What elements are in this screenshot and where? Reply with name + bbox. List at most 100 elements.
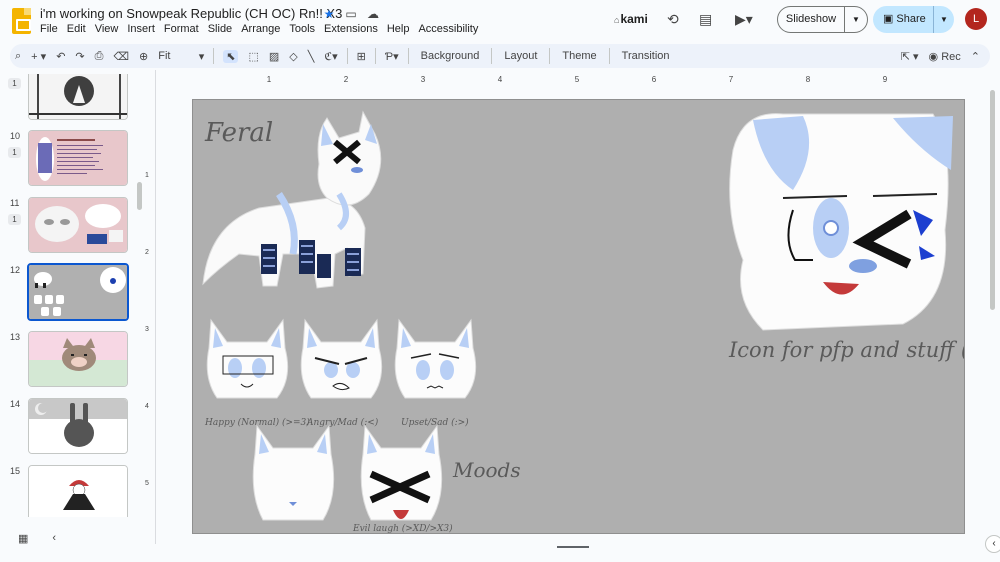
- mood-face-happy[interactable]: [203, 318, 291, 410]
- mood-caption-evil-laugh[interactable]: Evil laugh (>XD/>X3): [353, 524, 453, 533]
- menu-tools[interactable]: Tools: [289, 23, 315, 35]
- background-button[interactable]: Background: [421, 50, 480, 62]
- cloud-status-icon[interactable]: ☁: [366, 7, 380, 21]
- theme-button[interactable]: Theme: [562, 50, 596, 62]
- image-icon[interactable]: ▨: [269, 50, 279, 63]
- slide-thumbnail[interactable]: [28, 398, 128, 454]
- slide-number: 11: [10, 198, 20, 208]
- new-slide-icon[interactable]: + ▾: [31, 50, 46, 63]
- print-icon[interactable]: ⎙: [95, 50, 104, 63]
- divider: [407, 48, 409, 64]
- collapse-toolbar-icon[interactable]: ⌃: [971, 50, 980, 63]
- star-icon[interactable]: ★: [322, 7, 336, 21]
- slideshow-button[interactable]: Slideshow ▼: [777, 6, 868, 33]
- sona-icon-drawing[interactable]: [723, 110, 958, 335]
- slide-thumbnail[interactable]: [28, 331, 128, 387]
- toolbar: ⌕ + ▾ ↶ ↷ ⎙ ⌫ ⊕ Fit ▾ ⬉ ⬚ ▨ ◇ ╲ ℭ▾ ⊞ Ƥ▾ B…: [10, 44, 990, 68]
- pointer-mode-icon[interactable]: ⇱ ▾: [901, 50, 919, 63]
- canvas-scrollbar[interactable]: [990, 90, 996, 530]
- slide-canvas[interactable]: Feral Icon for pfp and stuff Happy (Norm…: [192, 99, 965, 534]
- thumbnail-art: [29, 131, 127, 185]
- thumbnail-art: [29, 265, 127, 319]
- ruler-label: 5: [574, 75, 580, 84]
- zoom-value: Fit: [158, 50, 171, 62]
- slide-number: 15: [10, 466, 21, 476]
- divider: [491, 48, 493, 64]
- slide-filmstrip[interactable]: 1 10 1 11 1 12 13 14 15: [0, 74, 148, 517]
- title-bar: i'm working on Snowpeak Republic (CH OC)…: [0, 0, 1000, 42]
- format-paint-icon[interactable]: Ƥ▾: [385, 50, 399, 63]
- comment-icon[interactable]: ⊞: [357, 50, 366, 63]
- panel-divider[interactable]: [155, 70, 156, 544]
- undo-icon[interactable]: ↶: [56, 50, 65, 63]
- ruler-label: 6: [651, 75, 657, 84]
- ruler-label: 5: [145, 480, 149, 487]
- share-button[interactable]: ▣ Share ▼: [873, 6, 954, 33]
- slide-thumbnail[interactable]: [28, 74, 128, 120]
- avatar[interactable]: L: [965, 8, 987, 30]
- kami-extension-button[interactable]: ⌂kami: [614, 12, 648, 26]
- slideshow-label[interactable]: Slideshow: [778, 7, 845, 32]
- layout-button[interactable]: Layout: [504, 50, 537, 62]
- menu-edit[interactable]: Edit: [67, 23, 86, 35]
- transition-button[interactable]: Transition: [622, 50, 670, 62]
- slide-number: 14: [10, 399, 21, 409]
- menu-format[interactable]: Format: [164, 23, 199, 35]
- zoom-select[interactable]: Fit ▾: [158, 50, 204, 63]
- search-icon[interactable]: ⌕: [15, 50, 21, 63]
- version-history-icon[interactable]: ⟲: [667, 11, 679, 28]
- menu-file[interactable]: File: [40, 23, 58, 35]
- speaker-notes-handle[interactable]: [557, 546, 589, 548]
- thumbnail-art: [29, 399, 127, 453]
- menu-insert[interactable]: Insert: [127, 23, 155, 35]
- menu-slide[interactable]: Slide: [208, 23, 232, 35]
- slide-thumbnail[interactable]: [28, 197, 128, 253]
- slide-number: 13: [10, 332, 21, 342]
- mood-face-angry[interactable]: [297, 318, 385, 410]
- slide-thumbnail[interactable]: [28, 130, 128, 186]
- chevron-down-icon[interactable]: ▼: [934, 15, 954, 24]
- pen-icon[interactable]: ℭ▾: [324, 50, 337, 63]
- mood-face-neutral[interactable]: [249, 424, 337, 526]
- slide-thumbnail[interactable]: [28, 465, 128, 517]
- redo-icon[interactable]: ↷: [75, 50, 84, 63]
- mood-face-evil-laugh[interactable]: [357, 424, 445, 526]
- move-folder-icon[interactable]: ▭: [344, 7, 358, 21]
- thumbnail-art: [29, 74, 127, 119]
- meet-camera-icon[interactable]: ▶▾: [735, 11, 753, 28]
- ruler-label: 2: [145, 249, 149, 256]
- menu-view[interactable]: View: [95, 23, 119, 35]
- vertical-ruler[interactable]: 1 2 3 4 5: [143, 98, 153, 533]
- scrollbar-thumb[interactable]: [990, 90, 995, 310]
- document-title[interactable]: i'm working on Snowpeak Republic (CH OC)…: [40, 6, 342, 21]
- shape-icon[interactable]: ◇: [289, 50, 297, 63]
- collapse-panel-icon[interactable]: ‹: [52, 532, 56, 545]
- mood-face-sad[interactable]: [391, 318, 479, 410]
- comments-icon[interactable]: ▤: [699, 11, 712, 28]
- feral-wolf-drawing[interactable]: [199, 104, 389, 294]
- menu-arrange[interactable]: Arrange: [241, 23, 280, 35]
- menu-help[interactable]: Help: [387, 23, 410, 35]
- share-label[interactable]: ▣ Share: [873, 6, 934, 33]
- chevron-down-icon[interactable]: ▼: [845, 15, 867, 24]
- slides-logo-icon[interactable]: [12, 8, 31, 34]
- paint-format-icon[interactable]: ⌫: [113, 50, 129, 63]
- frame-tool-icon[interactable]: ⬚: [248, 50, 258, 63]
- record-icon: ◉: [928, 50, 939, 63]
- side-panel-toggle-icon[interactable]: ‹: [985, 535, 1000, 553]
- line-icon[interactable]: ╲: [308, 50, 315, 63]
- icon-caption[interactable]: Icon for pfp and stuff (Sona): [729, 338, 964, 362]
- slide-thumbnail-active[interactable]: [27, 263, 129, 321]
- filmstrip-controls: ▦ ‹: [18, 532, 56, 545]
- rec-button[interactable]: ◉ Rec: [929, 50, 961, 63]
- grid-view-icon[interactable]: ▦: [18, 532, 28, 545]
- horizontal-ruler[interactable]: 1 2 3 4 5 6 7 8 9: [192, 74, 966, 88]
- menu-extensions[interactable]: Extensions: [324, 23, 378, 35]
- zoom-icon[interactable]: ⊕: [139, 50, 148, 63]
- share-text: Share: [896, 13, 926, 25]
- select-tool-icon[interactable]: ⬉: [223, 49, 239, 63]
- filmstrip-scrollbar[interactable]: [137, 182, 142, 210]
- ruler-label: 1: [145, 172, 149, 179]
- menu-accessibility[interactable]: Accessibility: [418, 23, 478, 35]
- moods-label[interactable]: Moods: [453, 458, 521, 482]
